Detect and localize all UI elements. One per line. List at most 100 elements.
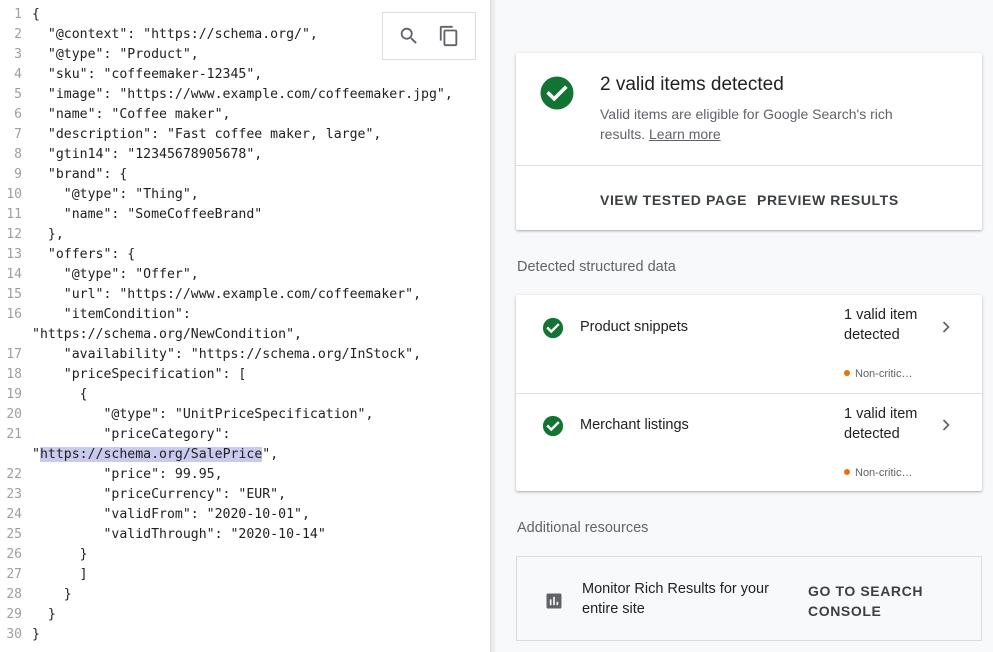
code-line: 18 "priceSpecification": [ [0, 365, 490, 385]
line-number [0, 445, 22, 465]
summary-title: 2 valid items detected [600, 74, 784, 95]
warning-dot-icon [844, 469, 850, 475]
line-number: 21 [6, 427, 22, 442]
code-segment: "@context": "https://schema.org/", [32, 27, 318, 42]
code-line: 21 "priceCategory": [0, 425, 490, 445]
divider [516, 165, 982, 166]
check-circle-icon [542, 415, 564, 437]
code-line: 27 ] [0, 565, 490, 585]
code-text: "price": 99.95, [32, 465, 222, 485]
code-text: }, [32, 225, 64, 245]
line-number: 4 [14, 67, 22, 82]
item-status: 1 valid item detected [844, 307, 918, 343]
code-editor[interactable]: 1{2 "@context": "https://schema.org/", 3 … [0, 0, 490, 652]
copy-button[interactable] [434, 21, 464, 51]
code-text: "priceSpecification": [ [32, 365, 247, 385]
go-to-search-console-button[interactable]: GO TO SEARCH CONSOLE [808, 581, 938, 621]
code-segment: "name": "Coffee maker", [32, 107, 231, 122]
line-number: 5 [14, 87, 22, 102]
summary-description-text: Valid items are eligible for Google Sear… [600, 106, 893, 142]
code-text: "@type": "Product", [32, 45, 199, 65]
line-number: 3 [14, 47, 22, 62]
item-row-product-snippets[interactable]: Product snippets 1 valid item detected N… [516, 295, 982, 393]
code-segment: "itemCondition": [32, 307, 191, 322]
code-line: 23 "priceCurrency": "EUR", [0, 485, 490, 505]
line-number: 18 [6, 367, 22, 382]
detected-items-card: Product snippets 1 valid item detected N… [516, 295, 982, 491]
item-status: 1 valid item detected [844, 406, 918, 442]
code-text: "itemCondition": [32, 305, 191, 325]
item-warning-text: Non-critic… [855, 467, 913, 479]
code-segment: "url": "https://www.example.com/coffeema… [32, 287, 422, 302]
code-text: } [32, 545, 88, 565]
code-segment: "brand": { [32, 167, 128, 182]
line-number: 29 [6, 607, 22, 622]
code-segment: "@type": "Thing", [32, 187, 199, 202]
code-text: "name": "Coffee maker", [32, 105, 231, 125]
code-text: } [32, 585, 72, 605]
chevron-right-icon [942, 321, 950, 333]
code-text: "availability": "https://schema.org/InSt… [32, 345, 421, 365]
code-line: 8 "gtin14": "12345678905678", [0, 145, 490, 165]
item-warning-text: Non-critic… [855, 368, 913, 380]
code-text: "priceCurrency": "EUR", [32, 485, 286, 505]
results-panel: 2 valid items detected Valid items are e… [490, 0, 993, 652]
code-text: ] [32, 565, 88, 585]
code-segment: "@type": "UnitPriceSpecification", [32, 407, 374, 422]
code-text: "url": "https://www.example.com/coffeema… [32, 285, 421, 305]
line-number: 11 [6, 207, 22, 222]
view-tested-page-button[interactable]: VIEW TESTED PAGE [600, 192, 747, 208]
code-line: 26 } [0, 545, 490, 565]
code-text: "image": "https://www.example.com/coffee… [32, 85, 453, 105]
line-number [0, 325, 22, 345]
monitor-rich-results-text: Monitor Rich Results for your entire sit… [582, 581, 769, 617]
line-number: 17 [6, 347, 22, 362]
check-circle-icon [542, 317, 564, 339]
code-line: 30} [0, 625, 490, 645]
code-segment: "availability": "https://schema.org/InSt… [32, 347, 422, 362]
line-number: 6 [14, 107, 22, 122]
code-text: "validThrough": "2020-10-14" [32, 525, 325, 545]
code-line: 11 "name": "SomeCoffeeBrand" [0, 205, 490, 225]
detected-structured-data-heading: Detected structured data [517, 259, 676, 275]
code-line: 17 "availability": "https://schema.org/I… [0, 345, 490, 365]
search-button[interactable] [394, 21, 424, 51]
code-line: 24 "validFrom": "2020-10-01", [0, 505, 490, 525]
code-line: 12 }, [0, 225, 490, 245]
code-line: "https://schema.org/NewCondition", [0, 325, 490, 345]
code-text: "gtin14": "12345678905678", [32, 145, 262, 165]
code-toolbar [382, 12, 476, 60]
code-segment: "sku": "coffeemaker-12345", [32, 67, 263, 82]
code-line: 13 "offers": { [0, 245, 490, 265]
code-text: { [32, 5, 40, 25]
item-warning: Non-critic… [844, 467, 912, 479]
summary-card: 2 valid items detected Valid items are e… [516, 53, 982, 230]
line-number: 14 [6, 267, 22, 282]
code-segment: ", [262, 447, 279, 462]
line-number: 28 [6, 587, 22, 602]
preview-results-button[interactable]: PREVIEW RESULTS [757, 192, 899, 208]
code-segment: " [32, 447, 40, 462]
summary-description: Valid items are eligible for Google Sear… [600, 104, 940, 144]
code-segment: "image": "https://www.example.com/coffee… [32, 87, 453, 102]
code-segment: "@type": "Product", [32, 47, 199, 62]
code-segment: "offers": { [32, 247, 136, 262]
code-line: 9 "brand": { [0, 165, 490, 185]
code-text: "brand": { [32, 165, 127, 185]
code-line: 16 "itemCondition": [0, 305, 490, 325]
code-line: 28 } [0, 585, 490, 605]
item-row-merchant-listings[interactable]: Merchant listings 1 valid item detected … [516, 393, 982, 492]
code-text: "@context": "https://schema.org/", [32, 25, 318, 45]
learn-more-link[interactable]: Learn more [649, 126, 721, 142]
highlighted-text: https://schema.org/SalePrice [39, 447, 263, 462]
code-segment: "validFrom": "2020-10-01", [32, 507, 310, 522]
warning-dot-icon [844, 370, 850, 376]
code-segment: { [32, 387, 88, 402]
code-line: 10 "@type": "Thing", [0, 185, 490, 205]
code-segment: "gtin14": "12345678905678", [32, 147, 263, 162]
code-segment: "priceCategory": [32, 427, 231, 442]
line-number: 24 [6, 507, 22, 522]
line-number: 9 [14, 167, 22, 182]
item-warning: Non-critic… [844, 368, 912, 380]
code-text: "name": "SomeCoffeeBrand" [32, 205, 263, 225]
